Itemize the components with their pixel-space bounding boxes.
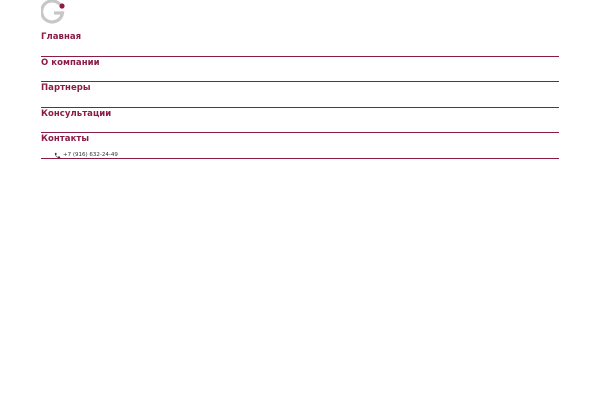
nav-item-home[interactable]: Главная bbox=[41, 31, 559, 57]
phone-icon bbox=[54, 152, 61, 159]
nav-item-about[interactable]: О компании bbox=[41, 57, 559, 82]
g-logo-icon[interactable] bbox=[41, 0, 67, 24]
nav-item-label: Консультации bbox=[41, 108, 112, 119]
nav-item-label: О компании bbox=[41, 57, 100, 68]
contact-phone[interactable]: +7 (916) 632-24-49 bbox=[54, 151, 118, 159]
g-logo-graphic bbox=[41, 0, 65, 24]
phone-number: +7 (916) 632-24-49 bbox=[63, 152, 118, 158]
nav-item-label: Главная bbox=[41, 32, 82, 42]
nav-item-label: Контакты bbox=[41, 134, 90, 144]
page: Главная О компании Партнеры Консультации… bbox=[0, 0, 600, 400]
nav-item-partners[interactable]: Партнеры bbox=[41, 82, 559, 108]
nav-item-contacts[interactable]: Контакты bbox=[41, 133, 559, 159]
nav-item-consultations[interactable]: Консультации bbox=[41, 108, 559, 133]
nav-item-label: Партнеры bbox=[41, 83, 91, 93]
main-nav: Главная О компании Партнеры Консультации… bbox=[41, 31, 559, 159]
